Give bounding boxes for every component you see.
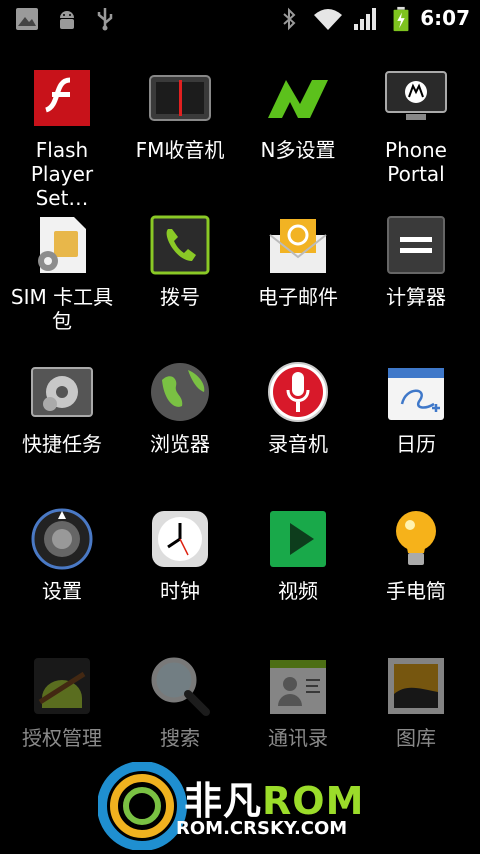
app-phone-dialer[interactable]: 拨号: [120, 185, 240, 332]
app-label: 视频: [278, 579, 318, 603]
phone-dialer-icon: [150, 215, 210, 275]
settings-knob-icon: [31, 508, 93, 570]
app-label: 计算器: [386, 285, 446, 309]
app-clock[interactable]: 时钟: [120, 479, 240, 626]
app-n-settings[interactable]: N多设置: [238, 38, 358, 185]
app-sim-toolkit[interactable]: SIM 卡工具包: [2, 185, 122, 333]
search-magnifier-icon: [151, 657, 210, 716]
app-email[interactable]: 电子邮件: [238, 185, 358, 332]
gallery-icon: [388, 658, 444, 714]
flashlight-bulb-icon: [396, 511, 436, 565]
watermark-brand-prefix: 非凡: [184, 779, 263, 823]
calendar-icon: [388, 368, 444, 420]
app-label: 手电筒: [386, 579, 446, 603]
watermark-url: ROM.CRSKY.COM: [176, 818, 348, 839]
email-icon: [269, 219, 327, 273]
app-label: 快捷任务: [22, 432, 102, 456]
fm-radio-icon: [149, 75, 211, 121]
signal-icon: [354, 8, 376, 30]
battery-charging-icon: [393, 6, 409, 32]
voice-recorder-icon: [268, 362, 328, 422]
app-calendar[interactable]: 日历: [356, 332, 476, 479]
app-label: 电子邮件: [258, 285, 338, 309]
watermark-brand-suffix: ROM: [262, 779, 365, 823]
superuser-android-icon: [34, 658, 90, 714]
app-superuser[interactable]: 授权管理: [2, 626, 122, 773]
app-search[interactable]: 搜索: [120, 626, 240, 773]
app-browser[interactable]: 浏览器: [120, 332, 240, 479]
crsky-logo-icon: [98, 762, 187, 850]
sim-toolkit-icon: [38, 217, 86, 273]
status-bar[interactable]: 6:07: [0, 0, 480, 38]
android-debug-icon: [60, 11, 74, 29]
app-label: FM收音机: [135, 138, 225, 162]
usb-icon: [97, 8, 113, 31]
app-label: Phone Portal: [385, 138, 447, 186]
quick-tasks-icon: [31, 367, 93, 417]
app-label: 录音机: [268, 432, 328, 456]
n-settings-icon: [268, 80, 328, 118]
app-label: 通讯录: [268, 726, 328, 750]
flash-player-icon: [34, 70, 90, 126]
app-label: 拨号: [160, 285, 200, 309]
app-voice-recorder[interactable]: 录音机: [238, 332, 358, 479]
bluetooth-icon: [283, 7, 296, 31]
app-phone-portal[interactable]: Phone Portal: [356, 38, 476, 186]
wifi-icon: [314, 9, 342, 30]
browser-globe-icon: [151, 363, 209, 421]
video-play-icon: [270, 511, 326, 567]
clock-icon: [152, 511, 208, 567]
app-flash-player-settings[interactable]: Flash Player Set…: [2, 38, 122, 210]
status-clock: 6:07: [420, 6, 470, 30]
app-fm-radio[interactable]: FM收音机: [120, 38, 240, 185]
app-settings[interactable]: 设置: [2, 479, 122, 626]
app-flashlight[interactable]: 手电筒: [356, 479, 476, 626]
calculator-icon: [387, 216, 445, 274]
app-label: 设置: [42, 579, 82, 603]
watermark-brand: 非凡ROM: [184, 770, 364, 825]
app-gallery[interactable]: 图库: [356, 626, 476, 773]
gallery-notification-icon: [16, 8, 38, 30]
app-label: 日历: [396, 432, 436, 456]
app-label: SIM 卡工具包: [10, 285, 114, 333]
app-label: 搜索: [160, 726, 200, 750]
app-quick-tasks[interactable]: 快捷任务: [2, 332, 122, 479]
app-label: 时钟: [160, 579, 200, 603]
app-label: 授权管理: [22, 726, 102, 750]
app-label: 图库: [396, 726, 436, 750]
app-label: N多设置: [260, 138, 336, 162]
contacts-icon: [270, 660, 326, 714]
app-video[interactable]: 视频: [238, 479, 358, 626]
crsky-rom-watermark: 非凡ROM ROM.CRSKY.COM: [98, 760, 388, 850]
app-label: 浏览器: [150, 432, 210, 456]
app-calculator[interactable]: 计算器: [356, 185, 476, 332]
app-contacts[interactable]: 通讯录: [238, 626, 358, 773]
phone-portal-icon: [385, 71, 447, 120]
